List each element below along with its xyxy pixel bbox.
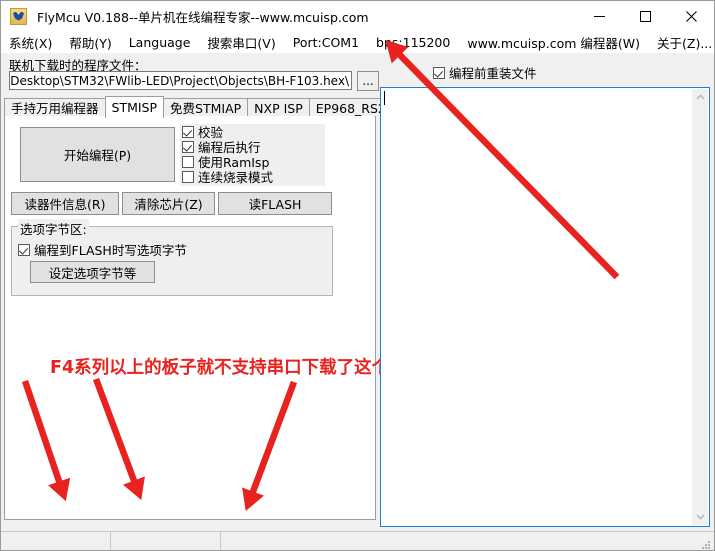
- status-panel-3: [221, 532, 714, 550]
- menu-item-system[interactable]: 系统(X): [9, 31, 52, 54]
- menu-item-language[interactable]: Language: [129, 33, 191, 52]
- close-button[interactable]: [668, 1, 714, 31]
- menu-item-bps[interactable]: bps:115200: [376, 33, 450, 52]
- maximize-button[interactable]: [622, 1, 668, 31]
- text-caret: [384, 91, 385, 105]
- programming-options-group: 校验 编程后执行 使用RamIsp 连续烧录模式: [180, 124, 325, 186]
- tab-stmisp[interactable]: STMISP: [104, 96, 165, 118]
- window-title: FlyMcu V0.188--单片机在线编程专家--www.mcuisp.com: [37, 9, 369, 25]
- log-vertical-scrollbar[interactable]: [692, 89, 708, 525]
- resize-grip[interactable]: [699, 538, 712, 551]
- status-panel-2: [111, 532, 221, 550]
- tab-handheld-programmer[interactable]: 手持万用编程器: [4, 98, 106, 118]
- log-output-textarea[interactable]: [380, 87, 710, 527]
- checkbox-continuous-burn-mode[interactable]: 连续烧录模式: [182, 169, 325, 185]
- browse-file-button[interactable]: ...: [357, 71, 379, 91]
- menu-bar: 系统(X) 帮助(Y) Language 搜索串口(V) Port:COM1 b…: [1, 31, 714, 53]
- set-option-bytes-button[interactable]: 设定选项字节等: [30, 261, 155, 283]
- stmisp-tab-page: 开始编程(P) 校验 编程后执行 使用RamIsp 连续烧录模式 读器件信息(R…: [4, 116, 459, 520]
- option-bytes-group-title: 选项字节区:: [18, 219, 89, 238]
- scroll-down-icon[interactable]: [692, 509, 708, 525]
- right-pane: 编程前重装文件: [380, 53, 712, 531]
- tab-free-stmiap[interactable]: 免费STMIAP: [163, 98, 249, 118]
- scroll-up-icon[interactable]: [692, 89, 708, 105]
- minimize-button[interactable]: [576, 1, 622, 31]
- left-pane: 联机下载时的程序文件： \Users\23898\Desktop\STM32\F…: [1, 53, 459, 531]
- read-device-info-button[interactable]: 读器件信息(R): [11, 192, 119, 215]
- menu-item-help[interactable]: 帮助(Y): [69, 31, 111, 54]
- menu-item-programmer[interactable]: www.mcuisp.com 编程器(W): [467, 31, 640, 54]
- checkbox-continuous-burn-mode-label: 连续烧录模式: [198, 170, 274, 185]
- flymcu-window: FlyMcu V0.188--单片机在线编程专家--www.mcuisp.com…: [0, 0, 715, 551]
- window-controls: [576, 1, 714, 31]
- checkbox-verify-box[interactable]: [182, 125, 194, 138]
- tab-nxp-isp[interactable]: NXP ISP: [247, 98, 310, 118]
- checkbox-write-option-bytes[interactable]: 编程到FLASH时写选项字节: [18, 240, 187, 259]
- title-bar: FlyMcu V0.188--单片机在线编程专家--www.mcuisp.com: [1, 1, 714, 31]
- checkbox-reload-file-before-program-box[interactable]: [433, 66, 445, 79]
- checkbox-write-option-bytes-label: 编程到FLASH时写选项字节: [34, 243, 187, 258]
- flymcu-eagle-icon: [10, 7, 27, 25]
- menu-item-search-serial[interactable]: 搜索串口(V): [207, 31, 275, 54]
- checkbox-reload-file-before-program[interactable]: 编程前重装文件: [433, 63, 537, 82]
- status-bar: [1, 531, 714, 551]
- read-flash-button[interactable]: 读FLASH: [218, 192, 332, 215]
- checkbox-use-ramisp-box[interactable]: [182, 155, 194, 168]
- menu-item-about[interactable]: 关于(Z)...: [657, 31, 712, 54]
- checkbox-run-after-program-box[interactable]: [182, 140, 194, 153]
- file-path-input[interactable]: \Users\23898\Desktop\STM32\FWlib-LED\Pro…: [9, 71, 352, 90]
- tab-strip: 手持万用编程器 STMISP 免费STMIAP NXP ISP EP968_RS…: [4, 95, 409, 118]
- menu-item-port[interactable]: Port:COM1: [293, 33, 359, 52]
- option-bytes-group: 选项字节区: 编程到FLASH时写选项字节 设定选项字节等: [11, 219, 333, 296]
- erase-chip-button[interactable]: 清除芯片(Z): [122, 192, 215, 215]
- checkbox-continuous-burn-mode-box[interactable]: [182, 170, 194, 183]
- client-area: 联机下载时的程序文件： \Users\23898\Desktop\STM32\F…: [1, 53, 714, 550]
- checkbox-write-option-bytes-box[interactable]: [18, 243, 30, 256]
- checkbox-reload-file-before-program-label: 编程前重装文件: [449, 66, 537, 81]
- status-panel-1: [1, 532, 111, 550]
- start-programming-button[interactable]: 开始编程(P): [20, 127, 175, 182]
